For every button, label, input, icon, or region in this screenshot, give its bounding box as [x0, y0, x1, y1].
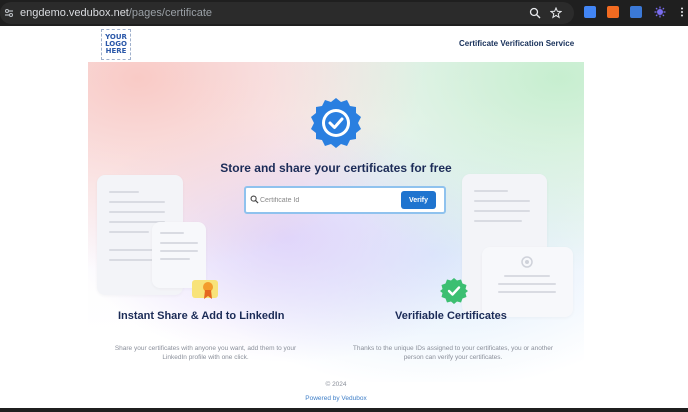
footer-powered-by-link[interactable]: Powered by Vedubox — [88, 395, 584, 402]
window-bottom-edge — [0, 408, 688, 412]
verified-badge-icon — [311, 98, 361, 148]
extension-2-icon[interactable] — [607, 6, 619, 18]
tune-icon[interactable] — [4, 8, 14, 18]
extension-3-icon[interactable] — [654, 6, 666, 18]
feature-title-verify: Verifiable Certificates — [395, 310, 507, 322]
more-vert-icon[interactable] — [676, 6, 688, 18]
service-title: Certificate Verification Service — [459, 39, 575, 48]
hero-title: Store and share your certificates for fr… — [220, 161, 452, 175]
browser-toolbar: engdemo.vedubox.net/pages/certificate — [0, 0, 688, 26]
address-bar[interactable]: engdemo.vedubox.net/pages/certificate — [0, 2, 574, 24]
seal-icon — [521, 256, 533, 268]
hero-section: Store and share your certificates for fr… — [88, 62, 584, 382]
feature-desc-verify: Thanks to the unique IDs assigned to you… — [352, 345, 554, 361]
extension-1-icon[interactable] — [584, 6, 596, 18]
feature-desc-share: Share your certificates with anyone you … — [114, 345, 297, 361]
logo[interactable]: YOUR LOGO HERE — [101, 29, 131, 60]
footer-copyright: © 2024 — [325, 381, 347, 388]
verified-check-icon — [440, 278, 468, 304]
doc-illustration-right-front — [482, 247, 573, 317]
search-icon — [250, 195, 259, 204]
certificate-search: Verify — [244, 186, 446, 214]
feature-title-share: Instant Share & Add to LinkedIn — [118, 310, 285, 322]
ribbon-certificate-icon — [192, 280, 218, 299]
translate-icon[interactable] — [630, 6, 642, 18]
zoom-icon[interactable] — [529, 7, 541, 19]
verify-button[interactable]: Verify — [401, 191, 436, 209]
certificate-id-input[interactable] — [260, 192, 390, 208]
url-text[interactable]: engdemo.vedubox.net/pages/certificate — [20, 7, 212, 19]
star-icon[interactable] — [550, 7, 562, 19]
